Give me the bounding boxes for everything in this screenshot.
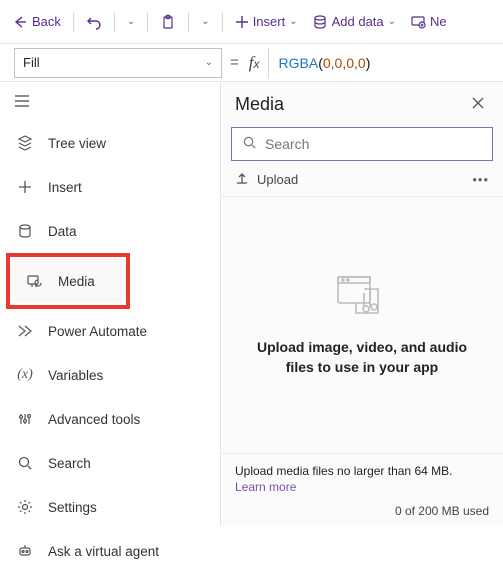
separator bbox=[114, 12, 115, 32]
panel-actions: Upload ••• bbox=[221, 167, 503, 197]
add-data-button[interactable]: Add data ⌄ bbox=[306, 6, 402, 38]
clipboard-icon bbox=[160, 14, 176, 30]
top-toolbar: Back ⌄ ⌄ Insert ⌄ Add data ⌄ Ne bbox=[0, 0, 503, 44]
tools-icon bbox=[16, 410, 34, 428]
workspace: Tree view Insert Data Media Power Automa… bbox=[0, 82, 503, 526]
nav-label: Data bbox=[48, 224, 77, 239]
separator bbox=[188, 12, 189, 32]
nav-virtual-agent[interactable]: Ask a virtual agent bbox=[0, 529, 220, 573]
panel-header: Media bbox=[221, 82, 503, 123]
nav-data[interactable]: Data bbox=[0, 209, 220, 253]
panel-title: Media bbox=[235, 94, 284, 115]
plus-icon bbox=[16, 178, 34, 196]
hamburger-button[interactable] bbox=[0, 88, 220, 121]
nav-search[interactable]: Search bbox=[0, 441, 220, 485]
add-data-label: Add data bbox=[332, 14, 384, 29]
panel-body: Upload image, video, and audio files to … bbox=[221, 197, 503, 453]
media-icon bbox=[26, 272, 44, 290]
undo-button[interactable] bbox=[80, 6, 108, 38]
arrow-left-icon bbox=[12, 14, 28, 30]
chevron-down-icon: ⌄ bbox=[201, 16, 209, 27]
new-label: Ne bbox=[430, 14, 447, 29]
nav-tree-view[interactable]: Tree view bbox=[0, 121, 220, 165]
nav-insert[interactable]: Insert bbox=[0, 165, 220, 209]
nav-label: Power Automate bbox=[48, 324, 147, 339]
formula-input[interactable]: RGBA(0, 0, 0, 0) bbox=[268, 48, 371, 78]
annotation-highlight: Media bbox=[6, 253, 130, 309]
gear-icon bbox=[16, 498, 34, 516]
upload-icon bbox=[235, 171, 249, 188]
back-button[interactable]: Back bbox=[6, 6, 67, 38]
chevron-down-icon: ⌄ bbox=[388, 16, 396, 27]
empty-state-text: Upload image, video, and audio files to … bbox=[245, 338, 479, 377]
new-button[interactable]: Ne bbox=[404, 6, 453, 38]
property-selector[interactable]: Fill ⌄ bbox=[14, 48, 222, 78]
separator bbox=[73, 12, 74, 32]
upload-label: Upload bbox=[257, 172, 298, 187]
nav-label: Settings bbox=[48, 500, 97, 515]
nav-label: Tree view bbox=[48, 136, 106, 151]
nav-power-automate[interactable]: Power Automate bbox=[0, 309, 220, 353]
back-label: Back bbox=[32, 14, 61, 29]
chevron-down-icon: ⌄ bbox=[127, 16, 135, 27]
nav-settings[interactable]: Settings bbox=[0, 485, 220, 529]
search-icon bbox=[242, 135, 257, 153]
close-button[interactable] bbox=[467, 92, 489, 117]
media-empty-icon bbox=[334, 273, 390, 322]
panel-footer: Upload media files no larger than 64 MB.… bbox=[221, 453, 503, 526]
search-input[interactable] bbox=[265, 136, 482, 152]
formula-fn: RGBA bbox=[279, 55, 319, 71]
nav-label: Variables bbox=[48, 368, 103, 383]
media-panel: Media Upload ••• bbox=[220, 82, 503, 526]
storage-usage: 0 of 200 MB used bbox=[235, 504, 489, 518]
footer-note: Upload media files no larger than 64 MB. bbox=[235, 464, 452, 478]
chevron-down-icon: ⌄ bbox=[289, 16, 297, 27]
separator bbox=[222, 12, 223, 32]
paste-chevron[interactable]: ⌄ bbox=[195, 6, 215, 38]
undo-chevron[interactable]: ⌄ bbox=[121, 6, 141, 38]
database-icon bbox=[16, 222, 34, 240]
more-button[interactable]: ••• bbox=[472, 172, 489, 187]
layers-icon bbox=[16, 134, 34, 152]
undo-icon bbox=[86, 14, 102, 30]
fx-icon[interactable]: fx bbox=[249, 53, 260, 73]
insert-label: Insert bbox=[253, 14, 286, 29]
bot-icon bbox=[16, 542, 34, 560]
nav-advanced-tools[interactable]: Advanced tools bbox=[0, 397, 220, 441]
property-label: Fill bbox=[23, 55, 40, 70]
formula-bar: Fill ⌄ = fx RGBA(0, 0, 0, 0) bbox=[0, 44, 503, 82]
left-nav: Tree view Insert Data Media Power Automa… bbox=[0, 82, 220, 526]
nav-label: Media bbox=[58, 274, 95, 289]
separator bbox=[147, 12, 148, 32]
database-icon bbox=[312, 14, 328, 30]
learn-more-link[interactable]: Learn more bbox=[235, 480, 489, 494]
screen-icon bbox=[410, 14, 426, 30]
plus-icon bbox=[235, 15, 249, 29]
search-box[interactable] bbox=[231, 127, 493, 161]
equals-sign: = bbox=[230, 54, 239, 71]
nav-label: Insert bbox=[48, 180, 82, 195]
nav-variables[interactable]: (x) Variables bbox=[0, 353, 220, 397]
nav-media[interactable]: Media bbox=[10, 259, 126, 303]
insert-button[interactable]: Insert ⌄ bbox=[229, 6, 304, 38]
upload-button[interactable]: Upload bbox=[235, 171, 298, 188]
chevron-down-icon: ⌄ bbox=[205, 57, 213, 68]
search-icon bbox=[16, 454, 34, 472]
nav-label: Search bbox=[48, 456, 91, 471]
variable-icon: (x) bbox=[16, 366, 34, 384]
flow-icon bbox=[16, 322, 34, 340]
nav-label: Advanced tools bbox=[48, 412, 140, 427]
paste-button[interactable] bbox=[154, 6, 182, 38]
nav-label: Ask a virtual agent bbox=[48, 544, 159, 559]
